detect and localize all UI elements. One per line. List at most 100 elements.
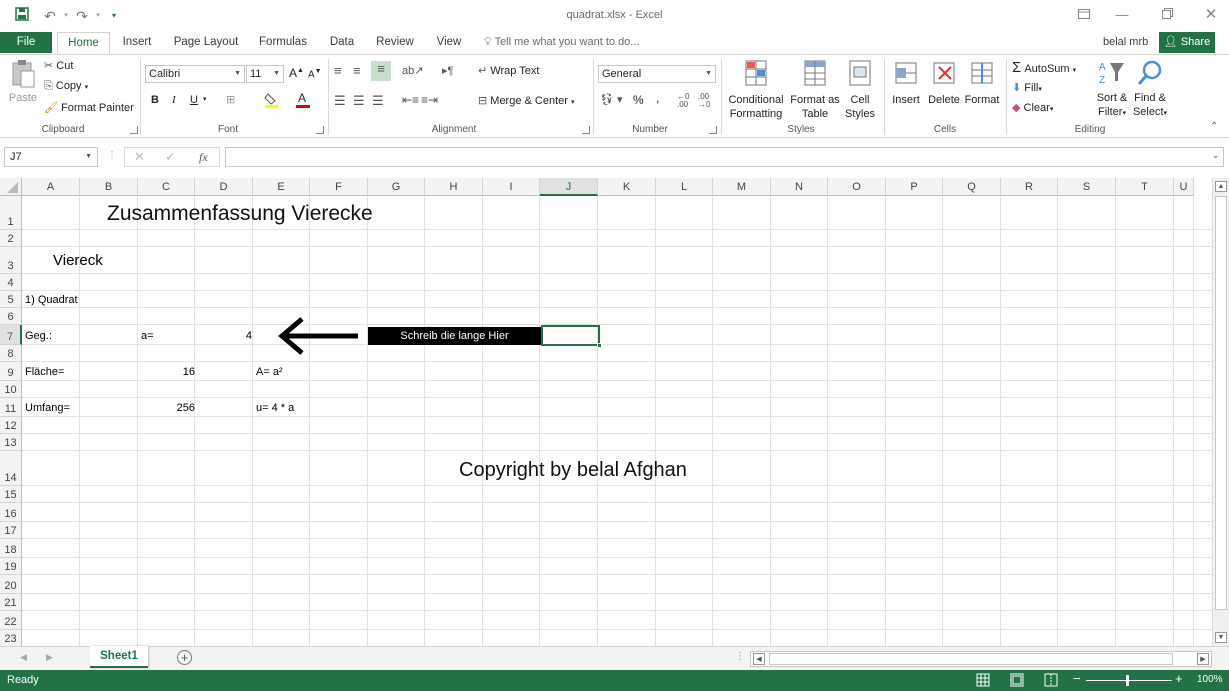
sheet-tab-sheet1[interactable]: Sheet1 [90, 646, 148, 668]
horizontal-scrollbar[interactable]: ◀ ▶ [750, 651, 1212, 667]
row-header-2[interactable]: 2 [0, 230, 22, 247]
cancel-icon[interactable]: ✕ [134, 149, 145, 165]
font-name-select[interactable]: Calibri ▼ [145, 65, 245, 83]
column-header-i[interactable]: I [483, 178, 540, 196]
fill-button[interactable]: ⬇︎ Fill▾ [1012, 81, 1042, 94]
autosum-button[interactable]: Σ AutoSum ▾ [1012, 59, 1076, 76]
clipboard-launcher-icon[interactable] [130, 126, 138, 134]
tab-data[interactable]: Data [324, 32, 360, 54]
tab-insert[interactable]: Insert [116, 32, 158, 54]
row-header-19[interactable]: 19 [0, 558, 22, 575]
name-box-dropdown-icon[interactable]: ▼ [85, 148, 92, 166]
underline-icon[interactable]: U [190, 94, 198, 106]
align-left-icon[interactable]: ☰ [334, 93, 346, 109]
accounting-format-icon[interactable]: 💱︎ ▾ [600, 93, 623, 106]
scroll-down-icon[interactable]: ▼ [1215, 632, 1227, 643]
zoom-slider-thumb[interactable] [1126, 675, 1129, 686]
row-header-13[interactable]: 13 [0, 434, 22, 451]
conditional-formatting-button[interactable]: Conditional Formatting [726, 59, 786, 121]
decrease-indent-icon[interactable]: ⇤≡ [402, 93, 419, 107]
select-all-corner[interactable] [0, 178, 22, 196]
column-header-m[interactable]: M [713, 178, 771, 196]
cell-a7-geg[interactable]: Geg.: [25, 330, 52, 342]
column-header-n[interactable]: N [771, 178, 828, 196]
fill-handle[interactable] [597, 343, 602, 348]
new-sheet-icon[interactable]: + [177, 650, 192, 665]
align-right-icon[interactable]: ☰ [372, 93, 384, 109]
tab-view[interactable]: View [431, 32, 467, 54]
cell-e11-formula[interactable]: u= 4 * a [256, 402, 294, 414]
ribbon-display-icon[interactable] [1069, 4, 1099, 26]
page-break-view-icon[interactable] [1044, 673, 1058, 690]
cell-a11-umfang[interactable]: Umfang= [25, 402, 70, 414]
cut-button[interactable]: ✂︎ Cut [44, 59, 73, 72]
cell-c11-value[interactable]: 256 [139, 402, 195, 414]
row-header-20[interactable]: 20 [0, 575, 22, 594]
cell-a9-flaeche[interactable]: Fläche= [25, 366, 64, 378]
restore-icon[interactable] [1152, 4, 1182, 26]
column-header-o[interactable]: O [828, 178, 886, 196]
increase-decimal-icon[interactable]: ←0.00 [677, 93, 689, 109]
enter-icon[interactable]: ✓ [165, 149, 176, 165]
format-as-table-button[interactable]: Format as Table [788, 59, 842, 121]
row-header-8[interactable]: 8 [0, 345, 22, 362]
expand-formula-bar-icon[interactable]: ⌄ [1212, 150, 1220, 161]
row-header-16[interactable]: 16 [0, 503, 22, 522]
tab-formulas[interactable]: Formulas [254, 32, 312, 54]
row-header-18[interactable]: 18 [0, 539, 22, 558]
cell-c9-value[interactable]: 16 [139, 366, 195, 378]
cell-styles-button[interactable]: Cell Styles [838, 59, 882, 121]
column-header-u[interactable]: U [1174, 178, 1194, 196]
fill-color-icon[interactable] [264, 91, 280, 112]
row-header-9[interactable]: 9 [0, 362, 22, 381]
cell-c7-a[interactable]: a= [141, 330, 154, 342]
vertical-scrollbar[interactable]: ▲ ▼ [1212, 178, 1229, 646]
tab-split-grip-icon[interactable]: ⋮ [735, 651, 745, 662]
share-button[interactable]: 👤︎ Share [1159, 32, 1215, 53]
row-header-3[interactable]: 3 [0, 247, 22, 274]
row-header-10[interactable]: 10 [0, 381, 22, 398]
percent-button[interactable]: % [633, 93, 644, 107]
comma-button[interactable]: , [656, 91, 659, 105]
vertical-scroll-thumb[interactable] [1215, 196, 1227, 610]
format-cells-button[interactable]: Format [963, 59, 1001, 107]
row-header-4[interactable]: 4 [0, 274, 22, 291]
next-sheet-icon[interactable]: ▶ [46, 652, 53, 663]
column-header-b[interactable]: B [80, 178, 138, 196]
cell-b1-title[interactable]: Zusammenfassung Vierecke [107, 202, 373, 226]
row-header-5[interactable]: 5 [0, 291, 22, 308]
zoom-in-icon[interactable]: + [1175, 671, 1183, 686]
column-header-l[interactable]: L [656, 178, 713, 196]
align-bottom-icon[interactable]: ≡ [371, 61, 391, 81]
clear-button[interactable]: ◆ Clear▾ [1012, 101, 1053, 114]
cell-d7-value[interactable]: 4 [196, 330, 252, 342]
row-header-17[interactable]: 17 [0, 522, 22, 539]
formula-input[interactable] [225, 147, 1224, 167]
shrink-font-icon[interactable]: A▼ [308, 68, 322, 80]
alignment-launcher-icon[interactable] [582, 126, 590, 134]
horizontal-scroll-thumb[interactable] [769, 653, 1173, 665]
find-select-button[interactable]: Find & Select▾ [1131, 59, 1169, 121]
wrap-text-button[interactable]: ↵ Wrap Text [478, 64, 539, 77]
copy-button[interactable]: ⎘ Copy ▾ [44, 80, 88, 93]
column-header-q[interactable]: Q [943, 178, 1001, 196]
delete-cells-button[interactable]: Delete [926, 59, 962, 107]
cell-a3-viereck[interactable]: Viereck [53, 252, 103, 269]
row-header-14[interactable]: 14 [0, 451, 22, 486]
insert-cells-button[interactable]: Insert [888, 59, 924, 107]
column-header-g[interactable]: G [368, 178, 425, 196]
prev-sheet-icon[interactable]: ◀ [20, 652, 27, 663]
row-header-1[interactable]: 1 [0, 196, 22, 230]
cell-a5-quadrat[interactable]: 1) Quadrat [25, 294, 78, 306]
column-header-k[interactable]: K [598, 178, 656, 196]
row-header-23[interactable]: 23 [0, 630, 22, 647]
column-header-p[interactable]: P [886, 178, 943, 196]
font-size-select[interactable]: 11 ▼ [246, 65, 284, 83]
align-center-icon[interactable]: ☰ [353, 93, 365, 109]
row-header-15[interactable]: 15 [0, 486, 22, 503]
row-header-12[interactable]: 12 [0, 417, 22, 434]
row-header-7[interactable]: 7 [0, 325, 22, 345]
merge-center-button[interactable]: ⊟ Merge & Center ▾ [478, 94, 575, 107]
text-direction-icon[interactable]: ▸¶ [442, 64, 453, 77]
tab-page-layout[interactable]: Page Layout [170, 32, 242, 54]
